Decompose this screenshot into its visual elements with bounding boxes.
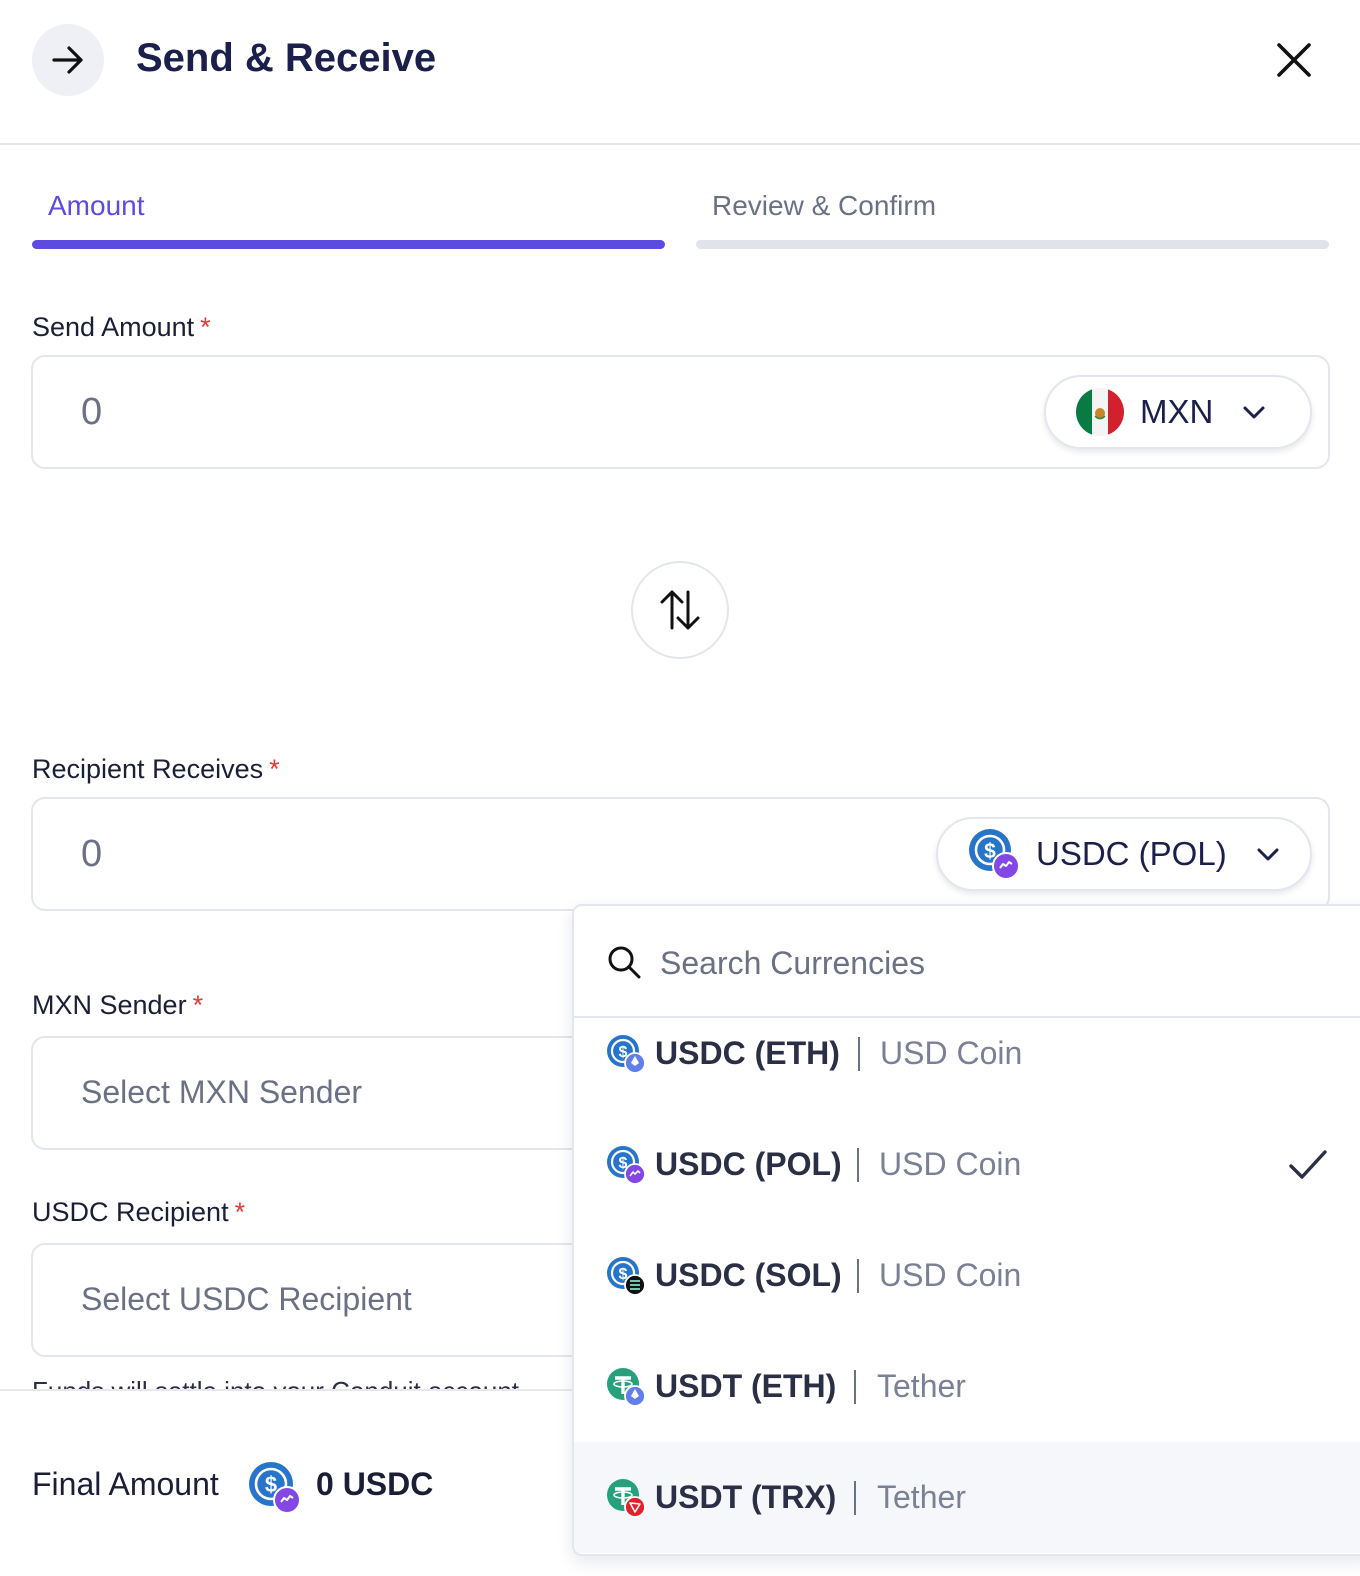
header: Send & Receive <box>0 0 1360 145</box>
mxn-sender-placeholder: Select MXN Sender <box>81 1074 363 1110</box>
final-amount-label: Final Amount <box>32 1466 219 1502</box>
usdc-recipient-label: USDC Recipient * <box>32 1197 245 1228</box>
currency-name: Tether <box>877 1479 966 1515</box>
currency-search-input[interactable] <box>660 936 1160 990</box>
tab-amount[interactable]: Amount <box>48 190 145 222</box>
close-icon <box>1277 43 1311 77</box>
separator <box>858 1036 860 1071</box>
currency-option-usdt-eth[interactable]: USDT (ETH) Tether <box>574 1331 1360 1442</box>
receive-currency-select[interactable]: $ USDC (POL) <box>936 817 1312 891</box>
usdc-polygon-icon: $ <box>607 1145 646 1185</box>
send-currency-select[interactable]: MXN <box>1044 375 1312 449</box>
mxn-sender-label: MXN Sender * <box>32 990 203 1021</box>
required-mark: * <box>200 312 211 342</box>
send-amount-label-text: Send Amount <box>32 312 195 342</box>
separator <box>857 1147 859 1182</box>
currency-name: USD Coin <box>880 1035 1023 1071</box>
recipient-receives-value[interactable]: 0 <box>81 833 102 876</box>
recipient-receives-label: Recipient Receives * <box>32 754 280 785</box>
currency-code: USDC (POL) <box>655 1146 842 1182</box>
chevron-down-icon <box>1241 399 1267 425</box>
send-amount-field[interactable]: 0 MXN <box>31 355 1330 469</box>
usdc-polygon-icon: $ <box>248 1461 302 1520</box>
usdc-recipient-placeholder: Select USDC Recipient <box>81 1281 412 1317</box>
final-amount-value: 0 USDC <box>316 1466 434 1502</box>
usdt-tron-icon <box>607 1478 646 1518</box>
swap-arrows-icon <box>660 590 700 630</box>
usdc-recipient-label-text: USDC Recipient <box>32 1197 229 1227</box>
separator <box>854 1480 856 1515</box>
currency-option-usdc-eth[interactable]: $ USDC (ETH) USD Coin <box>574 998 1360 1109</box>
usdc-polygon-icon: $ <box>969 829 1020 880</box>
separator <box>854 1369 856 1404</box>
usdt-ethereum-icon <box>607 1367 646 1407</box>
recipient-receives-field[interactable]: 0 $ USDC (POL) <box>31 797 1330 911</box>
currency-option-usdt-trx[interactable]: USDT (TRX) Tether <box>574 1442 1360 1553</box>
usdc-ethereum-icon: $ <box>607 1034 646 1074</box>
separator <box>857 1258 859 1293</box>
currency-code: USDT (ETH) <box>655 1368 837 1404</box>
currency-option-usdc-sol[interactable]: $ USDC (SOL) USD Coin <box>574 1220 1360 1331</box>
chevron-down-icon <box>1255 841 1281 867</box>
send-currency-label: MXN <box>1140 393 1214 430</box>
receive-currency-label: USDC (POL) <box>1036 835 1227 872</box>
back-button[interactable] <box>32 24 104 96</box>
search-icon <box>608 946 641 979</box>
required-mark: * <box>192 990 204 1020</box>
currency-code: USDT (TRX) <box>655 1479 837 1515</box>
mexico-flag-icon <box>1076 388 1124 436</box>
recipient-receives-label-text: Recipient Receives <box>32 754 264 784</box>
currency-name: Tether <box>877 1368 966 1404</box>
tab-review-confirm[interactable]: Review & Confirm <box>712 190 936 222</box>
checkmark-icon <box>1289 1149 1327 1179</box>
currency-option-usdc-pol[interactable]: $ USDC (POL) USD Coin <box>574 1109 1360 1220</box>
arrow-right-icon <box>52 46 83 74</box>
tab-review-indicator <box>696 240 1329 249</box>
mxn-sender-select[interactable]: Select MXN Sender <box>31 1036 591 1150</box>
send-amount-label: Send Amount * <box>32 312 211 343</box>
page-title: Send & Receive <box>136 36 437 80</box>
usdc-recipient-select[interactable]: Select USDC Recipient <box>31 1243 591 1357</box>
tab-amount-indicator <box>32 240 665 249</box>
currency-code: USDC (ETH) <box>655 1035 840 1071</box>
currency-dropdown: $ USDC (ETH) USD Coin $ USDC (POL) USD C… <box>572 904 1360 1556</box>
usdc-solana-icon: $ <box>607 1256 646 1296</box>
swap-button[interactable] <box>631 561 729 659</box>
required-mark: * <box>234 1197 246 1227</box>
currency-name: USD Coin <box>879 1257 1022 1293</box>
close-button[interactable] <box>1268 34 1320 86</box>
currency-code: USDC (SOL) <box>655 1257 842 1293</box>
mxn-sender-label-text: MXN Sender <box>32 990 187 1020</box>
send-amount-value[interactable]: 0 <box>81 391 102 434</box>
required-mark: * <box>269 754 280 784</box>
currency-name: USD Coin <box>879 1146 1022 1182</box>
